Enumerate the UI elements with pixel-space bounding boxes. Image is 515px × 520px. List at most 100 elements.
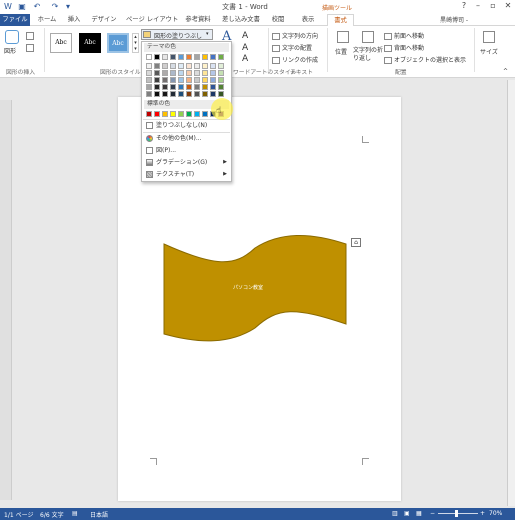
customize-qat-icon[interactable]: ▾ [63,2,73,11]
theme-shade-swatch[interactable] [194,91,200,97]
theme-shade-swatch[interactable] [218,70,224,76]
shape-style-black[interactable]: Abc [79,33,101,53]
user-name[interactable]: 黒崎博司 - [440,15,468,24]
theme-shade-swatch[interactable] [178,91,184,97]
theme-shade-swatch[interactable] [178,70,184,76]
theme-shade-swatch[interactable] [210,84,216,90]
theme-shade-swatch[interactable] [218,63,224,69]
theme-shade-swatch[interactable] [178,63,184,69]
save-icon[interactable]: ▣ [17,2,27,11]
theme-shade-swatch[interactable] [154,77,160,83]
no-fill-item[interactable]: 塗りつぶしなし(N) [144,120,230,131]
tab-references[interactable]: 参考資料 [182,14,214,26]
theme-shade-swatch[interactable] [170,77,176,83]
theme-shade-swatch[interactable] [146,84,152,90]
create-link-button[interactable]: リンクの作成 [272,55,318,64]
web-layout-icon[interactable]: ▦ [416,510,422,517]
theme-shade-swatch[interactable] [202,84,208,90]
picture-fill-item[interactable]: 図(P)... [144,145,230,156]
tab-home[interactable]: ホーム [35,14,59,26]
theme-color-swatch[interactable] [210,54,216,60]
print-layout-icon[interactable]: ▣ [404,510,410,517]
shape-text[interactable]: パソコン教室 [218,284,278,291]
theme-color-swatch[interactable] [170,54,176,60]
theme-shade-swatch[interactable] [202,91,208,97]
theme-shade-swatch[interactable] [162,84,168,90]
styles-scroll[interactable]: ▴ ▾ ▾ [132,33,139,53]
theme-shade-swatch[interactable] [202,77,208,83]
theme-shade-swatch[interactable] [202,70,208,76]
size-icon[interactable] [483,31,495,43]
theme-shade-swatch[interactable] [154,63,160,69]
theme-shade-swatch[interactable] [186,91,192,97]
proofing-icon[interactable]: ▤ [72,510,78,517]
theme-shade-swatch[interactable] [218,77,224,83]
gradient-item[interactable]: グラデーション(G) ▶ [144,157,230,168]
theme-shade-swatch[interactable] [146,77,152,83]
texture-item[interactable]: テクスチャ(T) ▶ [144,169,230,180]
theme-shade-swatch[interactable] [210,91,216,97]
tab-insert[interactable]: 挿入 [64,14,84,26]
theme-shade-swatch[interactable] [162,77,168,83]
read-mode-icon[interactable]: ▥ [392,510,398,517]
text-fill-icon[interactable]: A [242,31,248,41]
tab-review[interactable]: 校閲 [268,14,288,26]
page-count[interactable]: 1/1 ページ [4,510,33,519]
theme-shade-swatch[interactable] [186,63,192,69]
theme-shade-swatch[interactable] [162,70,168,76]
maximize-button[interactable]: ▫ [485,0,501,12]
zoom-out-icon[interactable]: − [430,510,435,517]
theme-shade-swatch[interactable] [210,77,216,83]
send-backward-button[interactable]: 背面へ移動 [384,43,424,52]
standard-color-swatch[interactable] [186,111,192,117]
theme-shade-swatch[interactable] [194,77,200,83]
draw-textbox-icon[interactable] [26,44,34,52]
zoom-slider[interactable] [438,513,478,514]
theme-shade-swatch[interactable] [170,91,176,97]
standard-color-swatch[interactable] [194,111,200,117]
position-button[interactable]: 位置 [335,47,347,56]
standard-color-swatch[interactable] [162,111,168,117]
theme-shade-swatch[interactable] [186,77,192,83]
theme-shade-swatch[interactable] [210,70,216,76]
minimize-button[interactable]: – [470,0,486,12]
wrap-text-icon[interactable] [362,31,374,43]
theme-shade-swatch[interactable] [186,84,192,90]
bring-forward-button[interactable]: 前面へ移動 [384,31,424,40]
standard-color-swatch[interactable] [154,111,160,117]
theme-shade-swatch[interactable] [178,84,184,90]
text-effects-icon[interactable]: A [242,54,248,64]
theme-shade-swatch[interactable] [154,70,160,76]
tab-design[interactable]: デザイン [90,14,118,26]
theme-color-swatch[interactable] [154,54,160,60]
position-icon[interactable] [337,31,349,43]
tab-page-layout[interactable]: ページ レイアウト [126,14,178,26]
undo-icon[interactable]: ↶ [32,2,42,11]
theme-color-swatch[interactable] [178,54,184,60]
tab-mailings[interactable]: 差し込み文書 [220,14,262,26]
close-button[interactable]: ✕ [500,0,515,12]
zoom-slider-thumb[interactable] [455,510,458,517]
word-count[interactable]: 6/6 文字 [40,510,64,519]
theme-shade-swatch[interactable] [146,63,152,69]
layout-options-icon[interactable]: ⌂ [351,238,361,247]
theme-shade-swatch[interactable] [154,91,160,97]
edit-shape-icon[interactable] [26,32,34,40]
shapes-icon[interactable] [5,30,19,44]
theme-color-swatch[interactable] [218,54,224,60]
size-button[interactable]: サイズ [480,47,498,56]
theme-shade-swatch[interactable] [154,84,160,90]
theme-shade-swatch[interactable] [146,91,152,97]
standard-color-swatch[interactable] [146,111,152,117]
shapes-button[interactable]: 図形 [4,46,16,55]
theme-shade-swatch[interactable] [162,63,168,69]
shape-style-white[interactable]: Abc [50,33,72,53]
theme-shade-swatch[interactable] [218,84,224,90]
standard-color-swatch[interactable] [202,111,208,117]
theme-color-swatch[interactable] [202,54,208,60]
wrap-text-button[interactable]: 文字列の折り返し [353,47,383,63]
selection-pane-button[interactable]: オブジェクトの選択と表示 [384,55,466,64]
theme-color-swatch[interactable] [194,54,200,60]
collapse-ribbon-icon[interactable]: ^ [503,68,508,75]
theme-color-swatch[interactable] [146,54,152,60]
